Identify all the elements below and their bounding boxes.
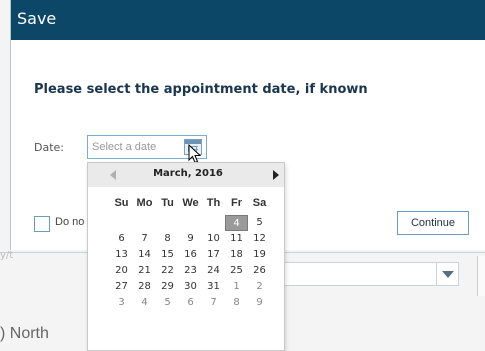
background-select[interactable] [268,262,459,286]
calendar-day[interactable]: 26 [248,263,271,279]
background-edge-panel [477,256,485,296]
calendar-week-row: 3456789 [110,295,271,311]
calendar-day[interactable]: 8 [156,231,179,247]
calendar-day[interactable]: 7 [133,231,156,247]
calendar-day[interactable]: 3 [110,295,133,311]
do-not-checkbox[interactable] [34,216,50,232]
calendar-day[interactable]: 17 [202,247,225,263]
calendar-day[interactable]: 6 [179,295,202,311]
calendar-day[interactable]: 9 [248,295,271,311]
weekday-label: Su [114,197,129,209]
weekday-label: Mo [136,197,153,209]
calendar-week-row: 20 21 22 23 24 25 26 [110,263,271,279]
date-placeholder: Select a date [92,141,157,153]
dialog-title: Save [17,9,57,28]
mouse-pointer-icon [188,144,202,164]
calendar-day[interactable]: 5 [248,215,271,231]
calendar-day[interactable]: 24 [202,263,225,279]
calendar-day[interactable]: 12 [248,231,271,247]
calendar-day[interactable]: 10 [202,231,225,247]
calendar-day[interactable]: 30 [179,279,202,295]
calendar-day[interactable]: 21 [133,263,156,279]
date-picker-header: March, 2016 [88,163,284,187]
weekday-label: Tu [161,197,174,209]
calendar-week-row: 6 7 8 9 10 11 12 [110,231,271,247]
calendar-day[interactable]: 15 [156,247,179,263]
calendar-week-row: 13 14 15 16 17 18 19 [110,247,271,263]
calendar-day[interactable]: 1 [225,279,248,295]
calendar-day[interactable]: 4 [133,295,156,311]
calendar-day[interactable]: 14 [133,247,156,263]
calendar-week-row: 45 [110,215,271,231]
calendar-day-selected[interactable]: 4 [225,215,248,231]
chevron-left-icon[interactable] [110,170,116,180]
calendar-day[interactable]: 23 [179,263,202,279]
calendar-day[interactable]: 27 [110,279,133,295]
calendar-day[interactable]: 28 [133,279,156,295]
chevron-down-icon[interactable] [436,263,458,285]
calendar-day[interactable]: 16 [179,247,202,263]
calendar-week-row: 27 28 29 30 31 1 2 [110,279,271,295]
weekday-label: Sa [252,197,267,209]
calendar-day[interactable]: 29 [156,279,179,295]
calendar-day[interactable]: 7 [202,295,225,311]
calendar-day[interactable]: 22 [156,263,179,279]
weekday-label: Fr [231,197,242,209]
weekday-header-row: Su Mo Tu We Th Fr Sa [110,195,271,211]
calendar-day[interactable]: 8 [225,295,248,311]
dialog-header: Save [11,0,485,40]
appointment-prompt: Please select the appointment date, if k… [34,82,368,97]
background-field-label: y/t [0,250,14,261]
calendar-day[interactable]: 18 [225,247,248,263]
calendar-day[interactable]: 2 [248,279,271,295]
calendar-day[interactable]: 9 [179,231,202,247]
calendar-day[interactable]: 11 [225,231,248,247]
calendar-day[interactable]: 6 [110,231,133,247]
calendar-grid: Su Mo Tu We Th Fr Sa 4 5 6 7 8 9 10 11 12 13 14 15 1… [110,195,271,311]
calendar-day[interactable]: 19 [248,247,271,263]
checkbox-label: Do no [55,216,85,228]
calendar-days: 4 5 6 7 8 9 10 11 12 13 14 15 16 17 18 19 20 21 22 23 24 25 26… [110,215,271,311]
continue-button[interactable]: Continue [397,211,469,235]
calendar-day[interactable]: 25 [225,263,248,279]
date-label: Date: [34,141,64,154]
picker-month-label: March, 2016 [153,168,223,179]
background-north-text: ) North [0,325,49,342]
chevron-right-icon[interactable] [273,170,279,180]
date-picker: March, 2016 Su Mo Tu We Th Fr Sa 4567891… [87,162,285,351]
weekday-label: Th [206,197,221,209]
calendar-day[interactable]: 20 [110,263,133,279]
weekday-label: We [182,197,199,209]
calendar-day[interactable]: 13 [110,247,133,263]
calendar-day[interactable]: 31 [202,279,225,295]
calendar-day[interactable]: 5 [156,295,179,311]
